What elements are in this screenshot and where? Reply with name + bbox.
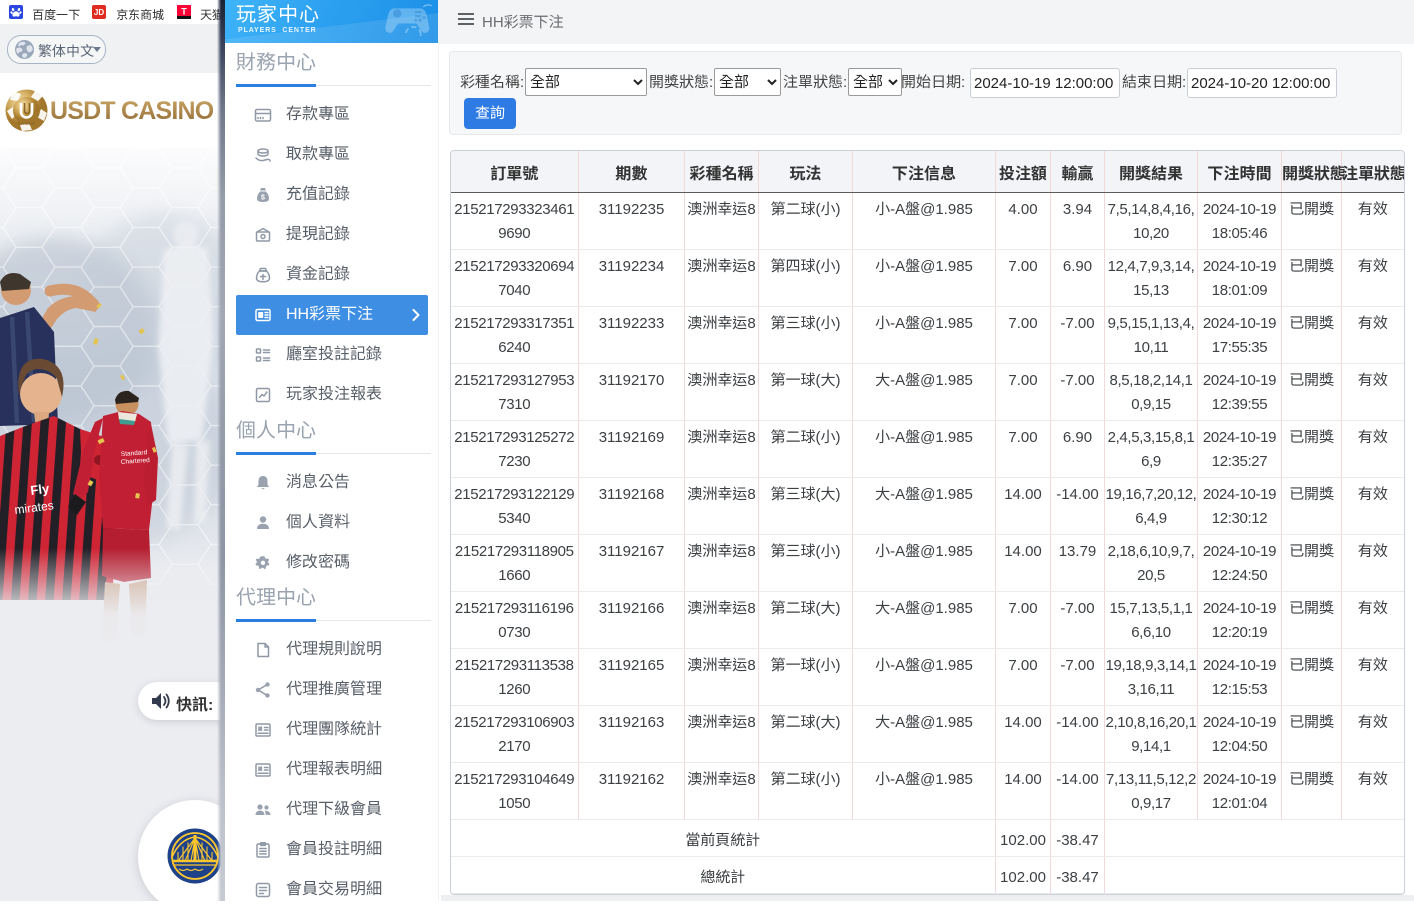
svg-text:JD: JD xyxy=(94,8,104,17)
svg-text:$: $ xyxy=(261,195,265,202)
svg-text:Fly: Fly xyxy=(30,481,51,498)
svg-text:T: T xyxy=(181,7,187,17)
svg-text:CASINO: CASINO xyxy=(18,121,36,126)
